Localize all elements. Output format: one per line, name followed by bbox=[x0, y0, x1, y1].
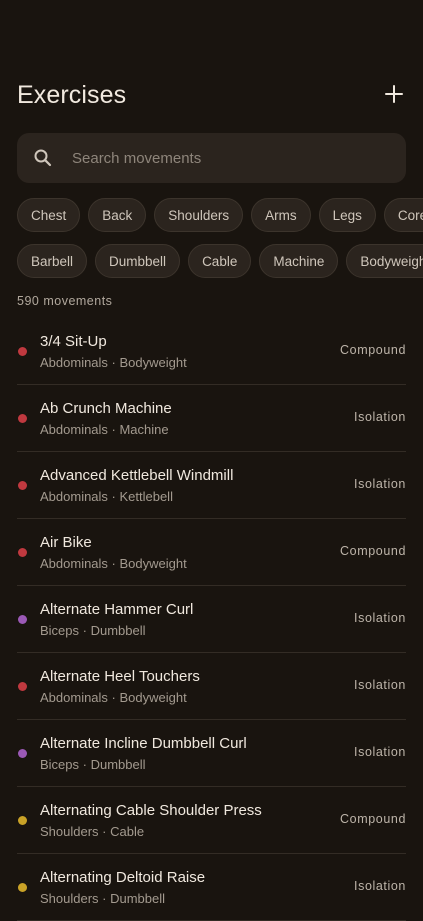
exercise-type: Compound bbox=[340, 812, 406, 826]
muscle-chip-back[interactable]: Back bbox=[88, 198, 147, 232]
muscle-color-dot bbox=[18, 347, 27, 356]
exercise-meta: Abdominals · Machine bbox=[40, 422, 169, 437]
exercise-meta: Shoulders · Dumbbell bbox=[40, 891, 166, 906]
muscle-color-dot bbox=[18, 682, 27, 691]
equipment-chip-dumbbell[interactable]: Dumbbell bbox=[95, 244, 181, 278]
exercise-type: Isolation bbox=[354, 611, 406, 625]
exercise-type: Compound bbox=[340, 544, 406, 558]
exercise-type: Isolation bbox=[354, 410, 406, 424]
muscle-color-dot bbox=[18, 548, 27, 557]
exercise-name: Alternate Heel Touchers bbox=[40, 668, 200, 685]
exercise-row[interactable]: Alternating Deltoid Raise Shoulders · Dum… bbox=[17, 854, 406, 921]
exercise-name: Advanced Kettlebell Windmill bbox=[40, 467, 234, 484]
exercise-list: 3/4 Sit-Up Abdominals · Bodyweight Compoun… bbox=[17, 318, 406, 921]
equipment-chip-cable[interactable]: Cable bbox=[188, 244, 252, 278]
exercise-meta: Abdominals · Bodyweight bbox=[40, 556, 187, 571]
exercise-meta: Abdominals · Kettlebell bbox=[40, 489, 173, 504]
muscle-color-dot bbox=[18, 816, 27, 825]
exercise-row[interactable]: Advanced Kettlebell Windmill Abdominals ·… bbox=[17, 452, 406, 519]
muscle-color-dot bbox=[18, 615, 27, 624]
exercise-row[interactable]: Air Bike Abdominals · Bodyweight Compound bbox=[17, 519, 406, 586]
exercise-meta: Abdominals · Bodyweight bbox=[40, 355, 187, 370]
exercise-meta: Biceps · Dumbbell bbox=[40, 623, 146, 638]
add-exercise-button[interactable] bbox=[380, 80, 408, 108]
movement-count: 590 movements bbox=[17, 294, 113, 308]
exercise-type: Isolation bbox=[354, 477, 406, 491]
muscle-chip-shoulders[interactable]: Shoulders bbox=[154, 198, 244, 232]
exercise-meta: Abdominals · Bodyweight bbox=[40, 690, 187, 705]
exercise-name: Ab Crunch Machine bbox=[40, 400, 172, 417]
exercise-meta: Shoulders · Cable bbox=[40, 824, 145, 839]
equipment-chip-machine[interactable]: Machine bbox=[259, 244, 339, 278]
exercise-name: Air Bike bbox=[40, 534, 92, 551]
muscle-color-dot bbox=[18, 883, 27, 892]
muscle-color-dot bbox=[18, 481, 27, 490]
exercise-type: Compound bbox=[340, 343, 406, 357]
exercise-name: Alternate Hammer Curl bbox=[40, 601, 194, 618]
muscle-filter-row: ChestBackShouldersArmsLegsCore bbox=[17, 198, 423, 232]
exercise-row[interactable]: 3/4 Sit-Up Abdominals · Bodyweight Compoun… bbox=[17, 318, 406, 385]
exercise-row[interactable]: Ab Crunch Machine Abdominals · Machine Iso… bbox=[17, 385, 406, 452]
exercise-name: Alternating Deltoid Raise bbox=[40, 869, 206, 886]
exercise-name: Alternate Incline Dumbbell Curl bbox=[40, 735, 247, 752]
exercise-row[interactable]: Alternate Hammer Curl Biceps · Dumbbell Is… bbox=[17, 586, 406, 653]
header: Exercises bbox=[17, 78, 406, 114]
exercise-meta: Biceps · Dumbbell bbox=[40, 757, 146, 772]
page-title: Exercises bbox=[17, 81, 127, 109]
exercise-name: Alternating Cable Shoulder Press bbox=[40, 802, 262, 819]
exercise-name: 3/4 Sit-Up bbox=[40, 333, 107, 350]
exercise-type: Isolation bbox=[354, 678, 406, 692]
exercise-type: Isolation bbox=[354, 879, 406, 893]
muscle-color-dot bbox=[18, 749, 27, 758]
muscle-color-dot bbox=[18, 414, 27, 423]
search-input[interactable] bbox=[72, 133, 392, 183]
search-box bbox=[17, 133, 406, 183]
muscle-chip-legs[interactable]: Legs bbox=[318, 198, 376, 232]
plus-icon bbox=[385, 85, 403, 103]
muscle-chip-chest[interactable]: Chest bbox=[17, 198, 81, 232]
equipment-filter-row: BarbellDumbbellCableMachineBodyweight bbox=[17, 244, 423, 278]
muscle-chip-core[interactable]: Core bbox=[383, 198, 423, 232]
muscle-chip-arms[interactable]: Arms bbox=[251, 198, 311, 232]
exercise-row[interactable]: Alternating Cable Shoulder Press Shoulder… bbox=[17, 787, 406, 854]
exercise-type: Isolation bbox=[354, 745, 406, 759]
search-icon bbox=[34, 149, 52, 167]
equipment-chip-bodyweight[interactable]: Bodyweight bbox=[346, 244, 423, 278]
exercise-row[interactable]: Alternate Incline Dumbbell Curl Biceps · … bbox=[17, 720, 406, 787]
exercise-row[interactable]: Alternate Heel Touchers Abdominals · Body… bbox=[17, 653, 406, 720]
equipment-chip-barbell[interactable]: Barbell bbox=[17, 244, 88, 278]
